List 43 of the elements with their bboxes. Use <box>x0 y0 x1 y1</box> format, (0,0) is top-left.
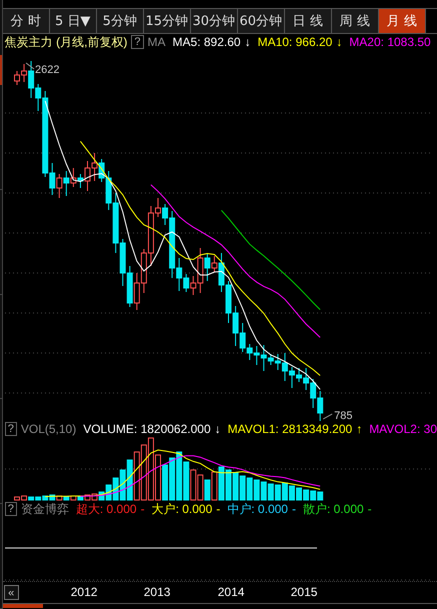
trend-arrow: ↑ <box>356 422 362 436</box>
indicator-value: 散户: 0.000 <box>302 501 364 517</box>
period-tab[interactable]: 30分钟 <box>190 9 238 33</box>
period-tab[interactable]: 月 线 <box>378 9 426 33</box>
indicator-value: 超大: 0.000 <box>76 501 137 517</box>
dash-mark: - <box>368 502 372 516</box>
dash-mark: - <box>292 502 296 516</box>
trend-arrow: ↓ <box>336 35 342 49</box>
period-tab[interactable]: 5 日▼ <box>50 9 97 33</box>
year-label: 2014 <box>218 585 244 599</box>
scroll-left-button[interactable]: « <box>4 585 19 600</box>
period-tab[interactable]: 5分钟 <box>96 9 144 33</box>
year-label: 2013 <box>144 585 170 599</box>
indicator-value: MA10: 966.20 <box>258 35 332 49</box>
indicator-value: VOLUME: 1820062.000 <box>83 422 211 436</box>
trend-arrow: ↓ <box>214 422 221 436</box>
indicator-name[interactable]: VOL(5,10) <box>20 422 76 436</box>
period-tab[interactable]: 15分钟 <box>144 9 191 33</box>
help-button[interactable]: ? <box>4 502 17 516</box>
indicator-value: 大户: 0.000 <box>152 501 212 517</box>
chart-title: 焦炭主力 (月线,前复权) <box>4 34 128 50</box>
leader-line <box>322 414 332 420</box>
low-price-label: 785 <box>334 410 352 421</box>
year-label: 2012 <box>70 585 98 599</box>
high-price-label: 2622 <box>34 64 60 76</box>
indicator-value: MA5: 892.60 <box>172 35 241 49</box>
indicator-value: 中户: 0.000 <box>227 501 288 517</box>
leader-line <box>25 62 34 70</box>
period-tab[interactable]: 60分钟 <box>238 9 285 33</box>
indicator-value: MAVOL2: 30 <box>369 422 437 436</box>
year-label: 2015 <box>290 585 318 599</box>
period-tab[interactable]: 分 时 <box>2 9 50 33</box>
indicator-value: MA20: 1083.50 <box>349 35 431 49</box>
indicator-name[interactable]: MA <box>148 35 166 49</box>
period-tab[interactable]: 周 线 <box>332 9 379 33</box>
indicator-name[interactable]: 资金博弈 <box>20 501 69 517</box>
help-button[interactable]: ? <box>131 35 144 49</box>
help-button[interactable]: ? <box>4 422 17 436</box>
indicator-value: MAVOL1: 2813349.200 <box>228 422 352 436</box>
trend-arrow: ↓ <box>244 35 251 49</box>
period-tab[interactable]: 日 线 <box>284 9 332 33</box>
dash-mark: - <box>140 502 145 516</box>
dash-mark: - <box>216 502 220 516</box>
